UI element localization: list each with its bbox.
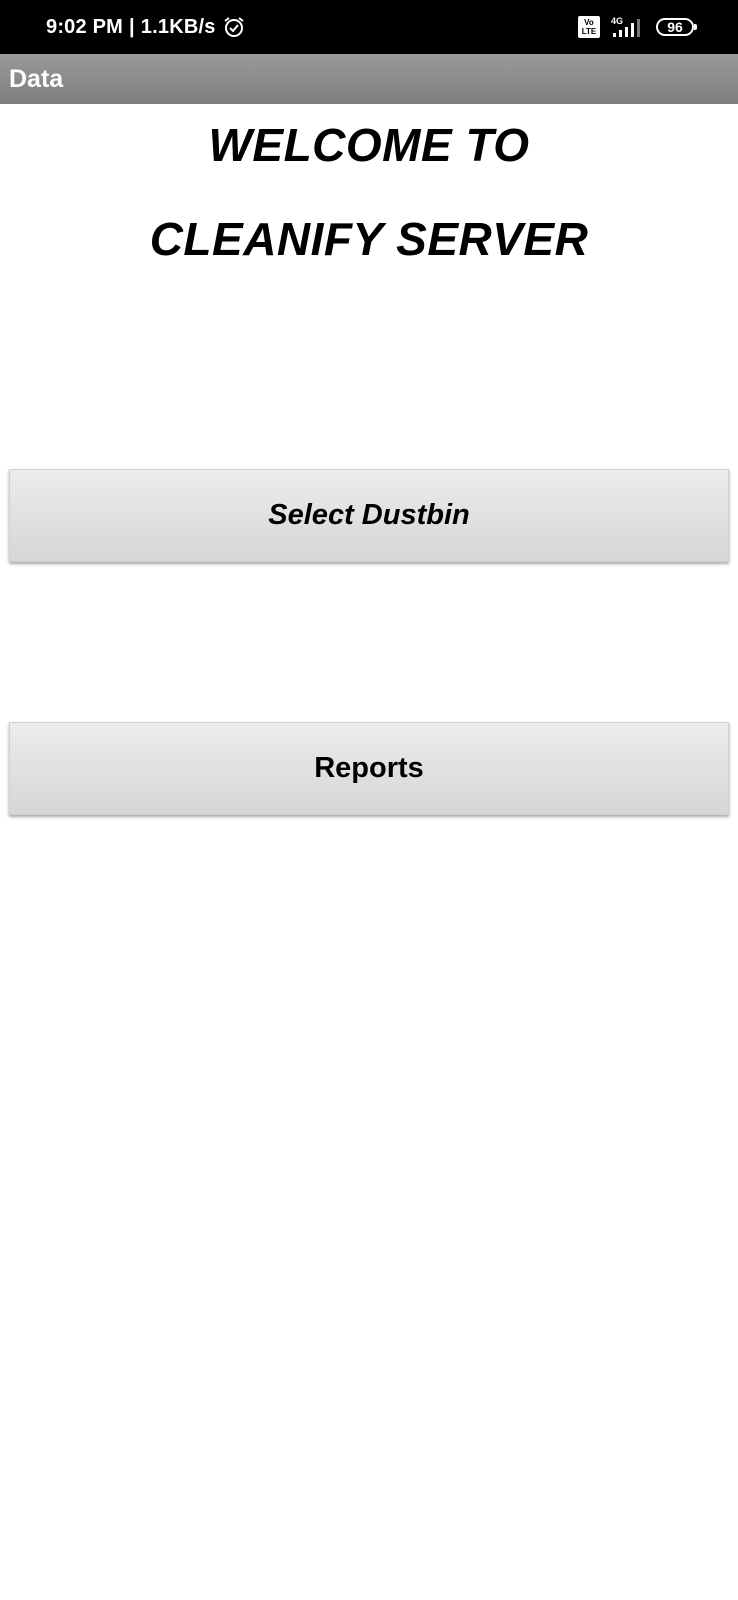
status-net-speed: 1.1KB/s: [140, 15, 216, 38]
welcome-heading-line1: WELCOME TO: [208, 119, 530, 171]
status-time: 9:02 PM: [46, 15, 123, 38]
signal-bars-icon: 4G: [610, 15, 646, 39]
select-dustbin-button[interactable]: Select Dustbin: [9, 469, 729, 562]
app-bar-title: Data: [9, 64, 64, 93]
status-right: Vo LTE 4G 96: [578, 15, 697, 39]
volte-icon: Vo LTE: [578, 16, 600, 38]
battery-icon: 96: [656, 18, 697, 36]
app-bar: Data: [0, 54, 738, 104]
welcome-heading-line2: CLEANIFY SERVER: [149, 213, 589, 265]
battery-level: 96: [667, 19, 683, 35]
status-bar: 9:02 PM | 1.1KB/s Vo LTE 4G 96: [0, 0, 738, 54]
network-type-label: 4G: [611, 16, 623, 26]
alarm-clock-icon: [222, 15, 246, 39]
status-separator: |: [129, 15, 135, 38]
status-left: 9:02 PM | 1.1KB/s: [46, 15, 246, 39]
reports-button[interactable]: Reports: [9, 722, 729, 815]
